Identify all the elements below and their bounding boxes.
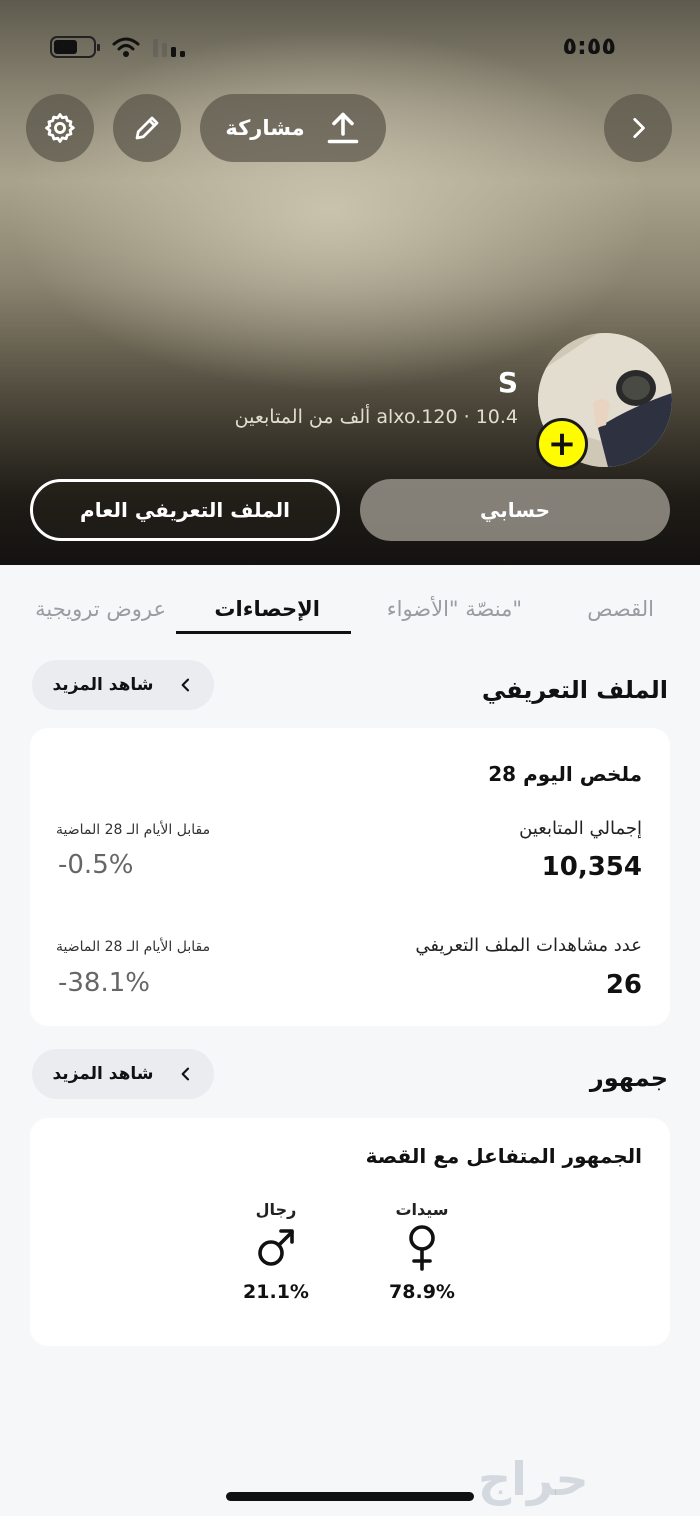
total-followers-value: 10,354	[541, 852, 642, 882]
audience-card-title: الجمهور المتفاعل مع القصة	[365, 1144, 642, 1168]
male-icon	[258, 1229, 294, 1266]
female-label: سيدات	[395, 1200, 449, 1219]
views-compare-label: مقابل الأيام الـ 28 الماضية	[56, 939, 211, 955]
share-button[interactable]: مشاركة	[200, 94, 386, 162]
settings-button[interactable]	[26, 94, 94, 162]
chevron-right-icon	[633, 117, 645, 139]
profile-header: ٥:٥٥ مشاركة + S alxo.120 · 10.4 ألف من ا…	[0, 0, 700, 565]
my-account-button[interactable]: حسابي	[360, 479, 670, 541]
meta-separator: ·	[463, 406, 470, 428]
see-more-label: شاهد المزيد	[52, 1064, 154, 1084]
female-icon	[409, 1225, 435, 1271]
public-profile-button[interactable]: الملف التعريفي العام	[30, 479, 340, 541]
male-percent: 21.1%	[243, 1281, 309, 1303]
user-meta: alxo.120 · 10.4 ألف من المتابعين	[235, 406, 518, 428]
status-time: ٥:٥٥	[562, 32, 616, 60]
chevron-left-icon	[181, 678, 189, 692]
display-name: S	[497, 366, 518, 399]
female-percent: 78.9%	[389, 1281, 455, 1303]
audience-see-more-button[interactable]: شاهد المزيد	[32, 1049, 214, 1099]
tab-bar: القصص منصّة "الأضواء" الإحصاءات عروض ترو…	[0, 565, 700, 635]
profile-summary-card: 28 ملخص اليوم إجمالي المتابعين 10,354 مق…	[30, 728, 670, 1026]
public-profile-label: الملف التعريفي العام	[80, 498, 290, 522]
add-friend-button[interactable]: +	[536, 418, 588, 470]
audience-section-title: جمهور	[589, 1064, 668, 1092]
followers-compare-label: مقابل الأيام الـ 28 الماضية	[56, 822, 211, 838]
profile-see-more-button[interactable]: شاهد المزيد	[32, 660, 214, 710]
profile-section-title: الملف التعريفي	[481, 676, 668, 704]
status-bar: ٥:٥٥	[0, 28, 700, 64]
back-button[interactable]	[604, 94, 672, 162]
wifi-icon	[112, 37, 140, 57]
tab-promotions[interactable]: عروض ترويجية	[35, 597, 166, 621]
cellular-signal-icon	[153, 39, 185, 57]
audience-card: الجمهور المتفاعل مع القصة سيدات 78.9% رج…	[30, 1118, 670, 1346]
upload-icon	[327, 112, 358, 144]
followers-count: 10.4 ألف من المتابعين	[234, 406, 518, 428]
male-stat: رجال 21.1%	[221, 1200, 331, 1303]
card-title: 28 ملخص اليوم	[488, 762, 642, 786]
pencil-icon	[135, 116, 159, 140]
gear-icon	[45, 113, 75, 143]
share-label: مشاركة	[225, 116, 305, 140]
chevron-left-icon	[181, 1067, 189, 1081]
battery-icon	[50, 36, 100, 58]
see-more-label: شاهد المزيد	[52, 675, 154, 695]
edit-button[interactable]	[113, 94, 181, 162]
tab-stories[interactable]: القصص	[587, 597, 654, 621]
female-stat: سيدات 78.9%	[367, 1200, 477, 1303]
profile-views-label: عدد مشاهدات الملف التعريفي	[415, 935, 642, 956]
username: alxo.120	[376, 406, 458, 428]
my-account-label: حسابي	[479, 498, 551, 522]
followers-compare-value: -0.5%	[58, 850, 134, 880]
views-compare-value: -38.1%	[58, 968, 150, 998]
home-indicator[interactable]	[226, 1492, 474, 1501]
male-label: رجال	[255, 1200, 297, 1219]
total-followers-label: إجمالي المتابعين	[519, 818, 642, 839]
tab-insights[interactable]: الإحصاءات	[214, 597, 320, 621]
active-tab-indicator	[176, 631, 351, 634]
profile-views-value: 26	[605, 970, 642, 1000]
watermark-logo: حراج	[478, 1452, 589, 1506]
tab-spotlight[interactable]: منصّة "الأضواء"	[387, 597, 522, 621]
